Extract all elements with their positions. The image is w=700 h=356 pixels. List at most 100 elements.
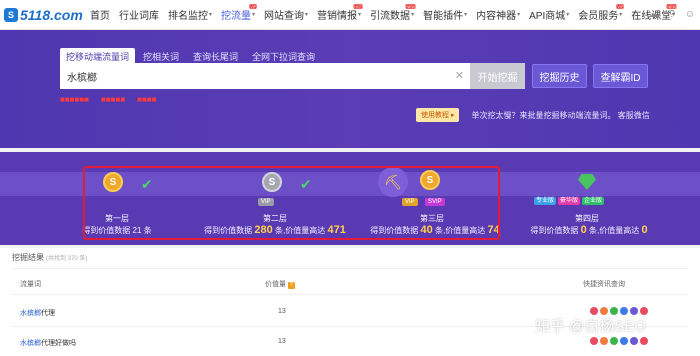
- nav-item-label: 内容神器: [476, 11, 517, 22]
- keyword-rest: 代理: [41, 310, 55, 317]
- results-panel: 挖掘结果 (共找到 370 条) 流量词 价值量? 快捷资讯查询 水槟榔代理 13…: [0, 248, 700, 356]
- nav-item[interactable]: 网站查询 ▾: [264, 0, 308, 30]
- nav-item[interactable]: 营销情报 ▾ HOT: [317, 0, 363, 30]
- zhihu-icon[interactable]: [620, 307, 628, 315]
- pro-badge: 专业版: [534, 197, 557, 205]
- search-tab[interactable]: 查询长尾词: [187, 48, 244, 63]
- clear-icon[interactable]: ✕: [455, 69, 464, 82]
- col-keyword-header: 流量词: [20, 281, 41, 288]
- search-tab[interactable]: 全网下拉词查询: [246, 48, 321, 63]
- douyin-icon[interactable]: [630, 337, 638, 345]
- quick-query-icons: [590, 337, 648, 345]
- weibo-icon[interactable]: [600, 307, 608, 315]
- batch-tip-link[interactable]: 单次挖太慢？来批量挖掘移动端流量词。 客服微信: [471, 110, 649, 121]
- deluxe-badge: 豪华版: [558, 197, 581, 205]
- nav-item[interactable]: 引流数据 ▾ NEW: [370, 0, 416, 30]
- keyword-rest: 代理好做吗: [41, 340, 76, 347]
- nav-item-label: 引流数据: [370, 11, 411, 22]
- help-icon[interactable]: ?: [288, 282, 295, 289]
- toutiao-icon[interactable]: [640, 307, 648, 315]
- start-mining-button[interactable]: 开始挖掘: [470, 63, 525, 89]
- search-tabs: 挖移动端流量词 挖相关词 查询长尾词 全网下拉词查询: [60, 48, 323, 63]
- keyword-search-input[interactable]: 水槟榔 ✕: [60, 63, 470, 89]
- col-value-header: 价值量?: [265, 279, 295, 289]
- results-title: 挖掘结果: [12, 253, 44, 262]
- divider: [12, 294, 688, 295]
- layer-stat-label: 得到价值数据: [530, 226, 579, 235]
- keyword-highlight: 水槟榔: [20, 310, 41, 317]
- chevron-down-icon: ▾: [252, 12, 256, 18]
- nav-menu: 首页 行业词库 排名监控 ▾ 挖流量 ▾ VIP 网站查询 ▾ 营销情报 ▾ HOT 引流数据 ▾ NEW 智…: [90, 0, 684, 30]
- wechat-icon[interactable]: [610, 337, 618, 345]
- nav-item[interactable]: 内容神器 ▾: [476, 0, 520, 30]
- nav-item[interactable]: 首页: [90, 0, 110, 30]
- search-icon[interactable]: ⌕: [630, 8, 642, 20]
- nav-item[interactable]: 挖流量 ▾ VIP: [221, 0, 257, 30]
- nav-item[interactable]: 会员服务 ▾ VIP: [578, 0, 624, 30]
- chevron-down-icon: ▾: [358, 12, 362, 18]
- col-quick-header: 快捷资讯查询: [583, 281, 625, 288]
- nav-item[interactable]: 行业词库: [119, 0, 159, 30]
- search-tab[interactable]: 挖移动端流量词: [60, 48, 136, 63]
- douyin-icon[interactable]: [630, 307, 638, 315]
- nav-item[interactable]: 智能插件 ▾: [423, 0, 467, 30]
- weibo-icon[interactable]: [600, 337, 608, 345]
- layer-4-max: 0: [641, 224, 648, 236]
- baidu-icon[interactable]: [590, 337, 598, 345]
- wechat-icon[interactable]: [610, 307, 618, 315]
- search-option[interactable]: ■■■■■: [101, 95, 125, 104]
- highlight-box: [83, 166, 500, 240]
- chevron-down-icon: ▾: [305, 12, 309, 18]
- chevron-down-icon: ▾: [411, 12, 415, 18]
- col-value-label: 价值量: [265, 281, 286, 288]
- layer-4-count: 0: [580, 224, 587, 236]
- logo-icon: S: [4, 7, 18, 22]
- nav-badge: VIP: [249, 3, 257, 9]
- nav-item[interactable]: 排名监控 ▾: [168, 0, 212, 30]
- baidu-icon[interactable]: [590, 307, 598, 315]
- search-options: ■■■■■■ ■■■■■ ■■■■: [60, 95, 157, 104]
- search-tab[interactable]: 挖相关词: [137, 48, 185, 63]
- question-icon[interactable]: ?: [666, 8, 678, 20]
- nav-item-label: 行业词库: [119, 11, 159, 22]
- nav-item-label: 挖流量: [221, 11, 252, 22]
- nav-badge: VIP: [616, 3, 624, 9]
- table-row-keyword[interactable]: 水槟榔代理好做吗: [20, 338, 76, 348]
- nav-badge: NEW: [405, 3, 416, 9]
- chevron-down-icon: ▾: [619, 12, 623, 18]
- search-option[interactable]: ■■■■■■: [60, 95, 89, 104]
- layer-4-name: 第四层: [575, 214, 599, 223]
- layer-4-stat: 得到价值数据 0 条,价值量高达 0: [509, 224, 669, 236]
- layer-stat-unit: 条,价值量高达: [589, 226, 640, 235]
- chevron-down-icon: ▾: [464, 12, 468, 18]
- nav-item-label: API商城: [529, 11, 566, 22]
- toutiao-icon[interactable]: [640, 337, 648, 345]
- nav-item-label: 会员服务: [578, 11, 619, 22]
- table-row-value: 13: [278, 308, 286, 315]
- zhihu-icon[interactable]: [620, 337, 628, 345]
- search-option[interactable]: ■■■■: [137, 95, 156, 104]
- chevron-down-icon: ▾: [517, 12, 521, 18]
- nav-badge: HOT: [353, 3, 363, 9]
- nav-item-label: 智能插件: [423, 11, 464, 22]
- nav-item[interactable]: API商城 ▾: [529, 0, 569, 30]
- table-row-value: 13: [278, 338, 286, 345]
- table-row-keyword[interactable]: 水槟榔代理: [20, 308, 55, 318]
- tip-row: 使用教程 ▸ 单次挖太慢？来批量挖掘移动端流量词。 客服微信: [416, 108, 650, 122]
- tutorial-button[interactable]: 使用教程 ▸: [416, 108, 460, 122]
- enterprise-badge: 企业版: [582, 197, 605, 205]
- nav-item-label: 排名监控: [168, 11, 208, 22]
- nav-icons: ⌕ ☁ ? ☺: [630, 8, 696, 20]
- nav-item-label: 营销情报: [317, 11, 358, 22]
- cloud-icon[interactable]: ☁: [648, 8, 660, 20]
- logo-text: 5118.com: [20, 6, 83, 23]
- divider: [12, 268, 688, 269]
- top-navbar: S 5118.com 首页 行业词库 排名监控 ▾ 挖流量 ▾ VIP 网站查询 ▾ 营销情报 ▾ H…: [0, 0, 700, 30]
- lookup-id-button[interactable]: 查解霸ID: [593, 64, 648, 88]
- user-icon[interactable]: ☺: [684, 8, 696, 20]
- chevron-down-icon: ▾: [566, 12, 570, 18]
- logo[interactable]: S 5118.com: [4, 7, 90, 23]
- search-input-value: 水槟榔: [67, 72, 97, 84]
- mining-history-button[interactable]: 挖掘历史: [532, 64, 587, 88]
- results-count: (共找到 370 条): [46, 256, 88, 262]
